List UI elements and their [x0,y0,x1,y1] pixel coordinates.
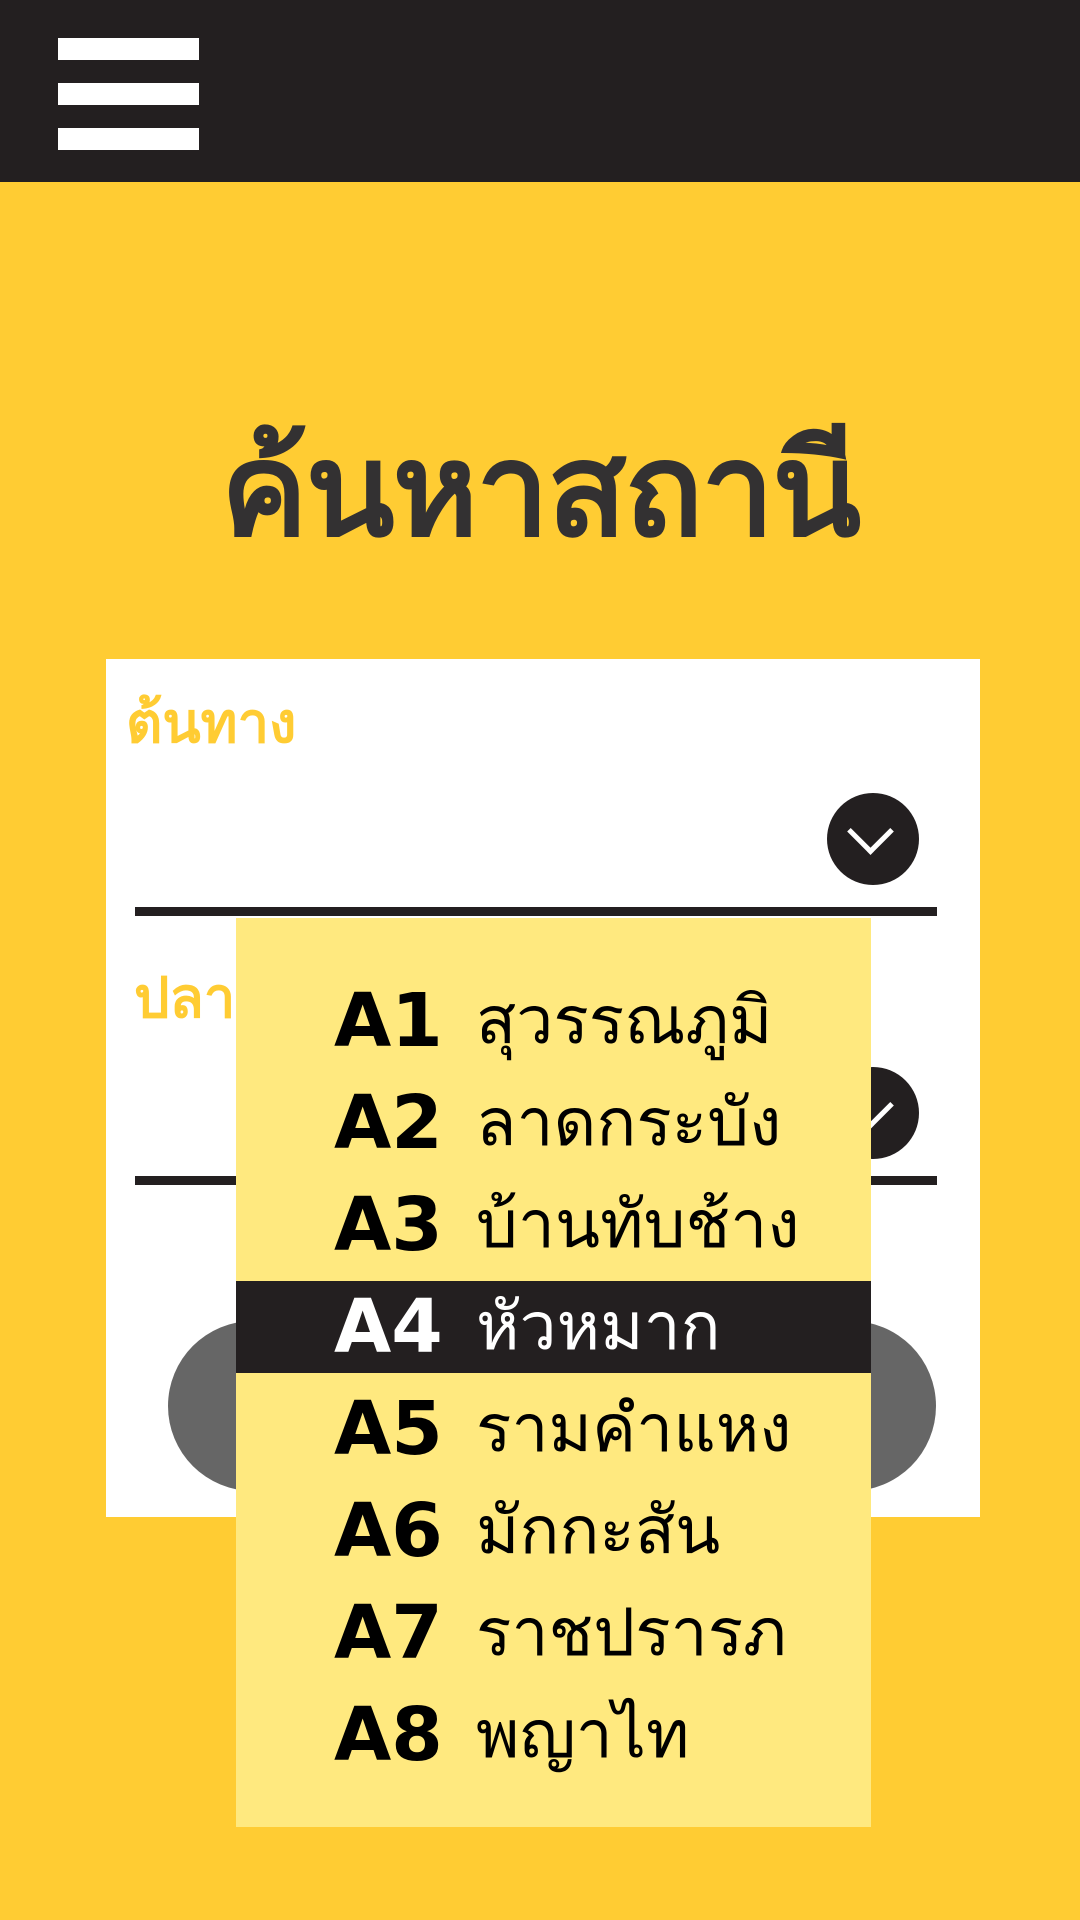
origin-label: ต้นทาง [126,691,297,756]
station-name: สุวรรณภูมิ [476,982,773,1059]
station-code: A5 [334,1386,443,1472]
station-code: A3 [334,1182,443,1268]
station-option-a1[interactable]: A1 สุวรรณภูมิ [236,970,871,1072]
station-code: A4 [334,1284,443,1370]
station-name: มักกะสัน [476,1492,721,1569]
menu-line [58,38,199,60]
station-option-a7[interactable]: A7 ราชปรารภ [236,1582,871,1684]
page-title: ค้นหาสถานี [220,414,861,566]
origin-field-underline [135,907,937,916]
station-code: A1 [334,978,443,1064]
chevron-down-icon [847,808,894,855]
top-bar [0,0,1080,182]
station-option-a5[interactable]: A5 รามคำแหง [236,1378,871,1480]
station-name: รามคำแหง [476,1390,792,1467]
station-name: ลาดกระบัง [476,1084,782,1161]
station-name: หัวหมาก [476,1288,721,1365]
station-code: A7 [334,1590,443,1676]
station-code: A6 [334,1488,443,1574]
station-option-a4[interactable]: A4 หัวหมาก [236,1281,871,1373]
menu-line [58,128,199,150]
station-option-a6[interactable]: A6 มักกะสัน [236,1480,871,1582]
station-option-a2[interactable]: A2 ลาดกระบัง [236,1072,871,1174]
destination-label: ปลา [134,966,236,1031]
hamburger-menu-icon[interactable] [58,38,199,151]
menu-line [58,83,199,105]
station-code: A8 [334,1692,443,1778]
station-name: ราชปรารภ [476,1594,787,1671]
station-dropdown-list: A1 สุวรรณภูมิ A2 ลาดกระบัง A3 บ้านทับช้าง A4 หั… [236,918,871,1827]
station-code: A2 [334,1080,443,1166]
station-option-a8[interactable]: A8 พญาไท [236,1684,871,1786]
station-name: พญาไท [476,1696,690,1773]
station-name: บ้านทับช้าง [476,1186,800,1263]
origin-dropdown-button[interactable] [827,793,919,885]
station-option-a3[interactable]: A3 บ้านทับช้าง [236,1174,871,1276]
